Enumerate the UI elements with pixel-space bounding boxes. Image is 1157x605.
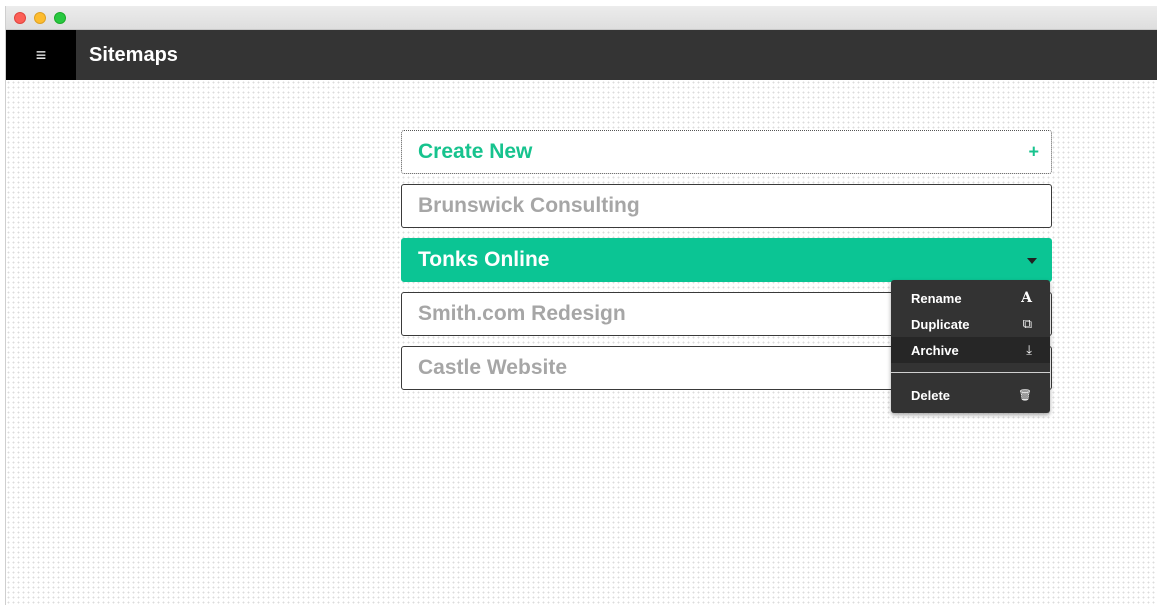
menu-item-label: Duplicate [911,316,970,332]
create-new-label: Create New [418,140,533,163]
archive-menu-item[interactable]: Archive ⤓ [891,337,1050,363]
sitemap-item-label: Smith.com Redesign [418,302,626,325]
app-header: ≡ Sitemaps [6,30,1157,80]
menu-item-label: Archive [911,342,959,358]
rename-menu-item[interactable]: Rename A [891,285,1050,311]
sitemap-item-label: Brunswick Consulting [418,194,640,217]
delete-menu-item[interactable]: Delete 🗑 [891,382,1050,408]
page-title: Sitemaps [89,44,178,66]
minimize-window-button[interactable] [34,12,46,24]
hamburger-icon: ≡ [35,44,47,65]
duplicate-icon: ⧉ [1022,316,1032,331]
sitemap-list-area: Create New + Brunswick Consulting Tonks … [6,80,1157,605]
maximize-window-button[interactable] [54,12,66,24]
plus-icon: + [1028,141,1039,162]
rename-icon: A [1021,290,1032,306]
hamburger-menu-button[interactable]: ≡ [6,30,76,80]
caret-down-icon[interactable] [1027,258,1037,264]
menu-item-label: Delete [911,387,951,403]
archive-icon: ⤓ [1026,342,1032,357]
sitemap-item-label: Tonks Online [418,248,550,271]
sitemap-item-selected[interactable]: Tonks Online [401,238,1052,282]
duplicate-menu-item[interactable]: Duplicate ⧉ [891,311,1050,337]
menu-item-label: Rename [911,290,962,306]
menu-divider [891,372,1050,373]
sitemap-item[interactable]: Brunswick Consulting [401,184,1052,228]
app-window: ≡ Sitemaps Create New + Brunswick Consul… [5,6,1157,605]
close-window-button[interactable] [14,12,26,24]
trash-icon: 🗑 [1018,389,1032,402]
window-titlebar [6,6,1157,30]
sitemap-context-menu: Rename A Duplicate ⧉ Archive ⤓ Delete 🗑 [891,280,1050,413]
sitemap-item-label: Castle Website [418,356,567,379]
create-new-button[interactable]: Create New + [401,130,1052,174]
